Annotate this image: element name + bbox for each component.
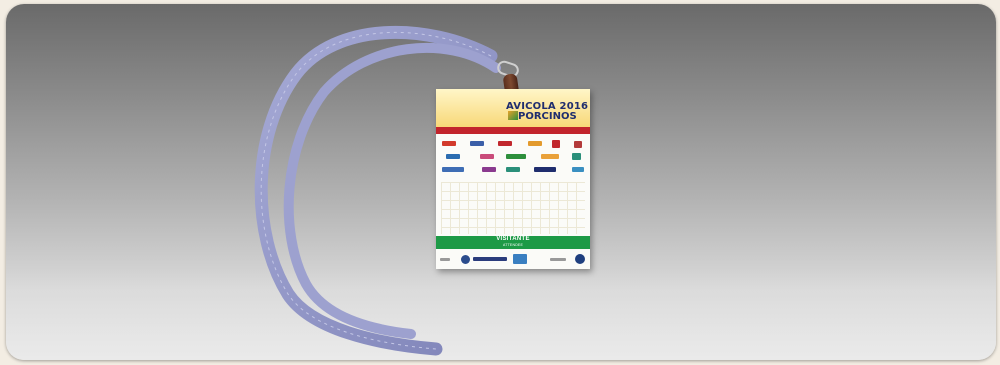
event-badge: AVICOLA 2016 PORCINOS VISITANTE ATTENDEE bbox=[436, 89, 590, 269]
sponsor-logo bbox=[482, 167, 496, 172]
organizer-label-mark bbox=[550, 258, 566, 261]
badge-grid-area bbox=[441, 182, 585, 234]
organizer-logo bbox=[575, 254, 585, 264]
sponsor-logo bbox=[470, 141, 484, 146]
photo-frame: AVICOLA 2016 PORCINOS VISITANTE ATTENDEE bbox=[6, 4, 996, 360]
sponsor-logo bbox=[442, 141, 456, 146]
event-title-line2: PORCINOS bbox=[518, 111, 577, 122]
sponsor-logo bbox=[480, 154, 494, 159]
sponsor-logo bbox=[528, 141, 542, 146]
badge-red-bar bbox=[436, 127, 590, 134]
sponsor-logo bbox=[574, 141, 582, 148]
badge-header: AVICOLA 2016 PORCINOS bbox=[436, 89, 590, 127]
sponsor-logos bbox=[440, 139, 586, 179]
organizer-logo bbox=[513, 254, 527, 264]
sponsor-logo bbox=[541, 154, 559, 159]
organizer-logo bbox=[473, 257, 507, 261]
sponsor-logo bbox=[572, 153, 581, 160]
sponsor-logo bbox=[506, 167, 520, 172]
role-sublabel: ATTENDEE bbox=[502, 243, 523, 247]
role-label: VISITANTE bbox=[496, 236, 530, 242]
sponsor-logo bbox=[534, 167, 556, 172]
sponsor-logo bbox=[442, 167, 464, 172]
organizer-label-mark bbox=[440, 258, 450, 261]
sponsor-logo bbox=[552, 140, 560, 148]
sponsor-logo bbox=[506, 154, 526, 159]
sponsor-logo bbox=[498, 141, 512, 146]
role-bar: VISITANTE ATTENDEE bbox=[436, 236, 590, 249]
organizer-logo bbox=[461, 255, 470, 264]
event-logo-icon bbox=[508, 111, 518, 120]
sponsor-logo bbox=[446, 154, 460, 159]
sponsor-logo bbox=[572, 167, 584, 172]
organizer-logos bbox=[436, 251, 590, 269]
